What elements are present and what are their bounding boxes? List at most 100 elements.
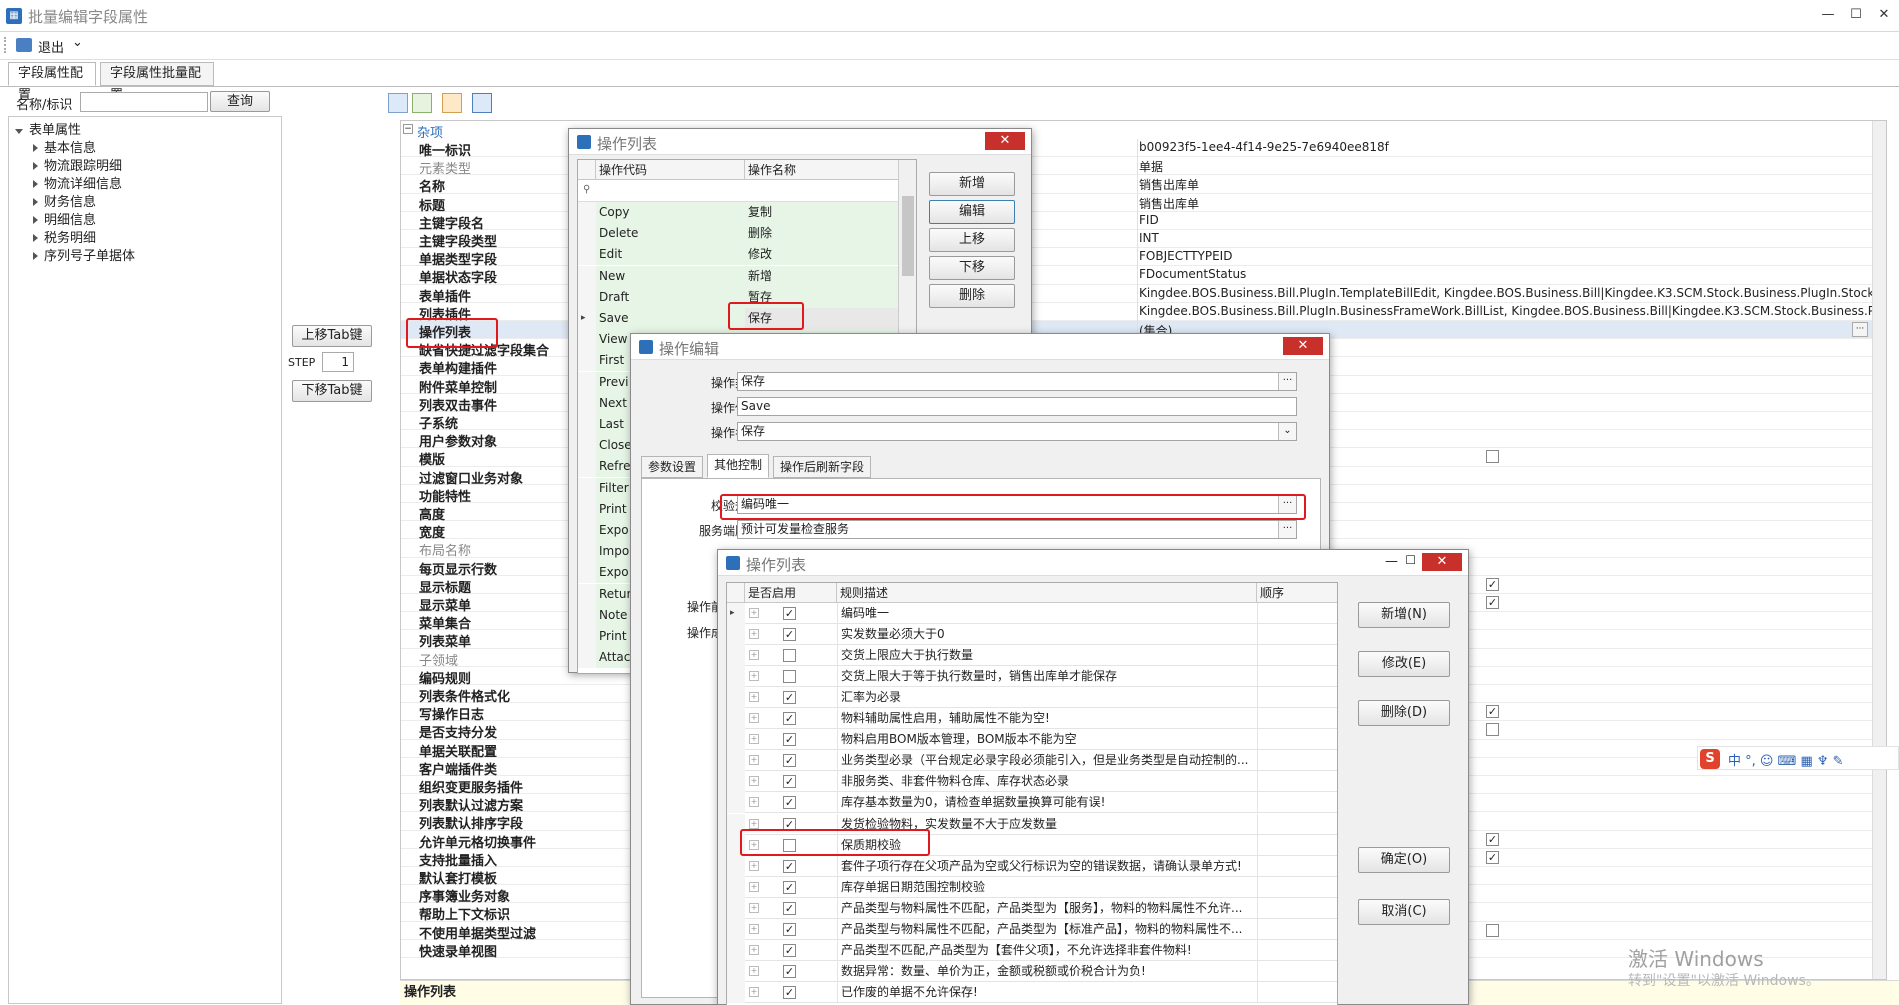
- enabled-checkbox[interactable]: ✓: [783, 733, 796, 747]
- enabled-checkbox[interactable]: [783, 670, 796, 684]
- enabled-checkbox[interactable]: ✓: [783, 859, 796, 873]
- move-down-button[interactable]: 下移: [929, 256, 1015, 280]
- exit-button[interactable]: 退出 ⌄: [16, 35, 86, 56]
- expand-icon[interactable]: +: [749, 650, 759, 661]
- enabled-checkbox[interactable]: [783, 649, 796, 663]
- tree-item[interactable]: 物流详细信息: [33, 173, 122, 192]
- rule-row[interactable]: + ✓ 物料辅助属性启用，辅助属性不能为空!: [727, 708, 1337, 730]
- operation-name-select[interactable]: 保存 ⌄: [737, 422, 1297, 441]
- tree-item[interactable]: 明细信息: [33, 209, 96, 228]
- delete-rule-button[interactable]: 删除(D): [1358, 700, 1450, 726]
- move-up-tab-button[interactable]: 上移Tab键: [292, 325, 372, 347]
- tab-refresh-fields[interactable]: 操作后刷新字段: [773, 456, 872, 478]
- alphabetical-icon[interactable]: [412, 93, 432, 113]
- property-checkbox[interactable]: [1486, 450, 1499, 464]
- rule-row[interactable]: + 交货上限应大于执行数量: [727, 645, 1337, 667]
- rule-row[interactable]: + ✓ 套件子项行存在父项产品为空或父行标识为空的错误数据，请确认录单方式!: [727, 855, 1337, 877]
- maximize-icon[interactable]: ☐: [1405, 553, 1416, 567]
- column-header[interactable]: 是否启用: [745, 583, 837, 603]
- property-checkbox[interactable]: ✓: [1486, 577, 1499, 591]
- enabled-checkbox[interactable]: ✓: [783, 754, 796, 768]
- property-checkbox[interactable]: [1486, 923, 1499, 937]
- enabled-checkbox[interactable]: ✓: [783, 922, 796, 936]
- close-button[interactable]: ✕: [1871, 4, 1897, 26]
- rule-row[interactable]: + 交货上限大于等于执行数量时，销售出库单才能保存: [727, 666, 1337, 688]
- enabled-checkbox[interactable]: ✓: [783, 901, 796, 915]
- new-rule-button[interactable]: 新增(N): [1358, 602, 1450, 628]
- rule-row[interactable]: + ✓ 产品类型与物料属性不匹配，产品类型为【标准产品】，物料的物料属性不...: [727, 918, 1337, 940]
- property-value[interactable]: Kingdee.BOS.Business.Bill.PlugIn.Templat…: [1139, 286, 1879, 300]
- tab-field-config[interactable]: 字段属性配置: [8, 62, 96, 103]
- tree-item[interactable]: 税务明细: [33, 227, 96, 246]
- column-header[interactable]: 操作代码: [596, 160, 745, 180]
- close-icon[interactable]: ✕: [1422, 553, 1462, 571]
- minimize-button[interactable]: —: [1815, 4, 1841, 26]
- expand-icon[interactable]: +: [749, 965, 759, 976]
- property-value[interactable]: b00923f5-1ee4-4f14-9e25-7e6940ee818f: [1139, 140, 1879, 154]
- tab-other-control[interactable]: 其他控制: [707, 454, 770, 478]
- tree-item[interactable]: 序列号子单据体: [33, 245, 135, 264]
- expand-icon[interactable]: +: [749, 818, 759, 829]
- rule-row[interactable]: ▸ + ✓ 编码唯一: [727, 603, 1337, 624]
- expand-icon[interactable]: +: [749, 797, 759, 808]
- chevron-down-icon[interactable]: ⌄: [1278, 423, 1296, 440]
- rule-row[interactable]: + ✓ 非服务类、非套件物料仓库、库存状态必录: [727, 771, 1337, 793]
- property-value[interactable]: 销售出库单: [1139, 195, 1879, 212]
- expand-icon[interactable]: +: [749, 608, 759, 618]
- rule-row[interactable]: + ✓ 物料启用BOM版本管理，BOM版本不能为空: [727, 729, 1337, 751]
- ellipsis-icon[interactable]: ···: [1278, 373, 1296, 390]
- operation-row[interactable]: Edit 修改: [578, 244, 900, 266]
- property-checkbox[interactable]: ✓: [1486, 705, 1499, 719]
- column-header[interactable]: 操作名称: [745, 160, 899, 180]
- expand-icon[interactable]: +: [749, 944, 759, 955]
- expand-icon[interactable]: +: [749, 986, 759, 997]
- scroll-thumb[interactable]: [902, 196, 914, 276]
- enabled-checkbox[interactable]: ✓: [783, 607, 796, 620]
- operation-row[interactable]: Delete 删除: [578, 223, 900, 245]
- ime-toolbar[interactable]: S 中 °, ☺ ⌨ ▦ ♆ ✎: [1697, 746, 1899, 770]
- search-button[interactable]: 查询: [210, 91, 270, 112]
- property-pages-icon[interactable]: [442, 93, 462, 113]
- expand-icon[interactable]: +: [749, 734, 759, 745]
- edit-rule-button[interactable]: 修改(E): [1358, 651, 1450, 677]
- expand-icon[interactable]: +: [749, 923, 759, 934]
- column-header[interactable]: 规则描述: [837, 583, 1257, 603]
- expand-icon[interactable]: +: [749, 860, 759, 871]
- move-up-button[interactable]: 上移: [929, 228, 1015, 252]
- rule-row[interactable]: + ✓ 实发数量必须大于0: [727, 624, 1337, 646]
- tree-item[interactable]: 物流跟踪明细: [33, 155, 122, 174]
- tree-item[interactable]: 财务信息: [33, 191, 96, 210]
- edit-operation-button[interactable]: 编辑: [929, 200, 1015, 224]
- ok-button[interactable]: 确定(O): [1358, 847, 1450, 873]
- column-header[interactable]: 顺序: [1257, 583, 1337, 603]
- property-value[interactable]: 单据: [1139, 158, 1879, 175]
- expand-icon[interactable]: +: [749, 629, 759, 640]
- enabled-checkbox[interactable]: ✓: [783, 985, 796, 999]
- new-operation-button[interactable]: 新增: [929, 172, 1015, 196]
- filter-row[interactable]: ⚲: [578, 180, 916, 202]
- tree-item[interactable]: 基本信息: [33, 137, 96, 156]
- enabled-checkbox[interactable]: ✓: [783, 943, 796, 957]
- rule-row[interactable]: + ✓ 库存基本数量为0，请检查单据数量换算可能有误!: [727, 792, 1337, 814]
- service-field[interactable]: 预计可发量检查服务 ···: [737, 520, 1297, 539]
- rule-row[interactable]: + ✓ 库存单据日期范围控制校验: [727, 876, 1337, 898]
- expand-icon[interactable]: +: [749, 902, 759, 913]
- expand-icon[interactable]: +: [749, 671, 759, 682]
- operation-type-field[interactable]: 保存 ···: [737, 372, 1297, 391]
- property-checkbox[interactable]: ✓: [1486, 596, 1499, 609]
- property-checkbox[interactable]: ✓: [1486, 850, 1499, 864]
- operation-code-field[interactable]: Save: [737, 397, 1297, 416]
- property-value[interactable]: 销售出库单: [1139, 176, 1879, 193]
- expand-icon[interactable]: +: [749, 881, 759, 892]
- property-value[interactable]: FOBJECTTYPEID: [1139, 249, 1879, 263]
- tab-params[interactable]: 参数设置: [641, 456, 704, 478]
- events-icon[interactable]: [472, 93, 492, 113]
- rule-row[interactable]: + ✓ 产品类型不匹配,产品类型为【套件父项】，不允许选择非套件物料!: [727, 939, 1337, 961]
- enabled-checkbox[interactable]: ✓: [783, 691, 796, 705]
- grid-scrollbar[interactable]: [1872, 121, 1886, 979]
- tab-batch-config[interactable]: 字段属性批量配置: [100, 62, 214, 103]
- enabled-checkbox[interactable]: ✓: [783, 712, 796, 726]
- rule-row[interactable]: + ✓ 已作废的单据不允许保存!: [727, 981, 1337, 1003]
- rule-row[interactable]: + ✓ 汇率为必录: [727, 687, 1337, 709]
- categorized-icon[interactable]: [388, 93, 408, 113]
